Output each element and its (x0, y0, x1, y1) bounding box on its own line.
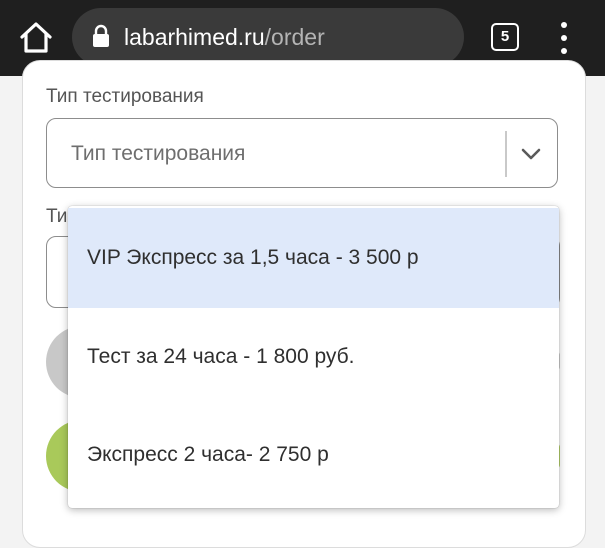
lock-icon (93, 24, 109, 47)
more-options-icon[interactable] (552, 18, 578, 58)
url-domain: labarhimed.ru (124, 24, 265, 50)
address-bar[interactable]: labarhimed.ru/order (72, 8, 464, 66)
url-text: labarhimed.ru/order (124, 8, 325, 66)
dropdown-option-vip-express[interactable]: VIP Экспресс за 1,5 часа - 3 500 р (68, 208, 559, 308)
test-type-dropdown-menu: VIP Экспресс за 1,5 часа - 3 500 р Тест … (68, 206, 559, 508)
select-divider (505, 131, 507, 177)
dropdown-option-test-24h[interactable]: Тест за 24 часа - 1 800 руб. (68, 308, 559, 406)
dropdown-option-express-2h[interactable]: Экспресс 2 часа- 2 750 р (68, 406, 559, 504)
tab-count: 5 (491, 23, 519, 51)
test-type-placeholder: Тип тестирования (71, 142, 246, 165)
url-path: /order (264, 24, 325, 50)
test-type-label: Тип тестирования (46, 86, 204, 107)
home-icon[interactable] (16, 18, 56, 58)
tab-switcher-button[interactable]: 5 (488, 20, 522, 54)
chevron-down-icon[interactable] (521, 147, 541, 161)
test-type-select[interactable]: Тип тестирования (46, 118, 558, 188)
second-field-label: Ти (46, 206, 68, 227)
